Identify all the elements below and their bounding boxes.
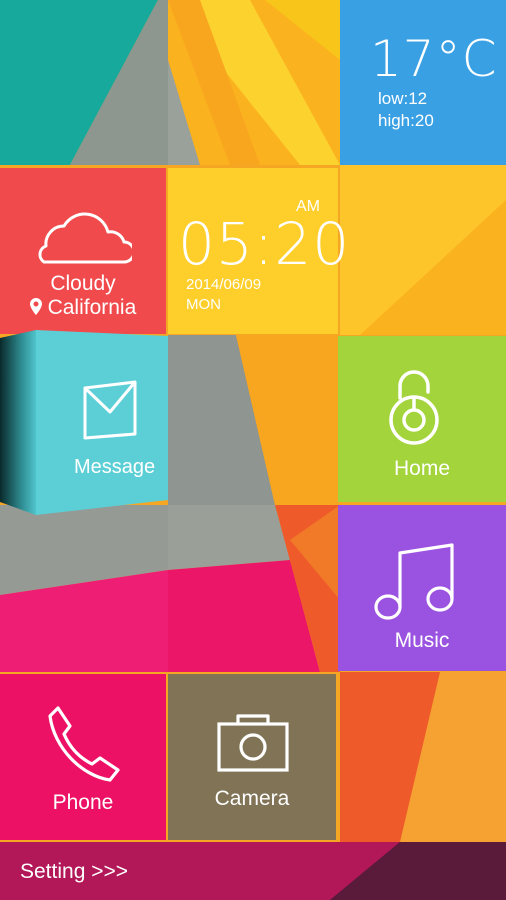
weather-location-tile[interactable]: Cloudy California — [0, 168, 166, 334]
message-label: Message — [74, 456, 156, 478]
camera-icon — [217, 714, 289, 772]
date-text: 2014/06/09 — [186, 276, 262, 293]
home-tile[interactable]: Home — [338, 336, 506, 502]
temperature-text: 17°C — [370, 30, 498, 88]
phone-label: Phone — [52, 791, 114, 814]
clock-time-text: 05:20 — [178, 210, 351, 278]
weather-tile[interactable]: 17°C low:12 high:20 — [340, 0, 506, 165]
cloud-icon — [38, 212, 132, 264]
low-temp-text: low:12 — [378, 89, 428, 108]
music-note-icon — [374, 543, 454, 620]
day-text: MON — [186, 296, 221, 313]
clock-tile[interactable]: AM 05:20 2014/06/09 MON — [168, 168, 349, 334]
condition-label: Cloudy — [50, 272, 116, 295]
city-label: California — [47, 296, 137, 319]
music-label: Music — [394, 629, 450, 652]
camera-tile[interactable]: Camera — [168, 674, 336, 840]
padlock-icon — [389, 370, 439, 445]
camera-label: Camera — [214, 787, 290, 810]
music-tile[interactable]: Music — [338, 505, 506, 671]
message-cube[interactable]: Message — [0, 330, 168, 515]
settings-bar[interactable]: Setting >>> — [0, 842, 506, 900]
envelope-icon — [83, 380, 137, 440]
location-row: California — [0, 296, 166, 320]
high-temp-text: high:20 — [378, 111, 434, 130]
phone-icon — [48, 706, 120, 782]
setting-link[interactable]: Setting >>> — [20, 860, 128, 884]
phone-tile[interactable]: Phone — [0, 674, 166, 840]
home-label: Home — [393, 457, 451, 480]
location-pin-icon — [29, 298, 42, 315]
